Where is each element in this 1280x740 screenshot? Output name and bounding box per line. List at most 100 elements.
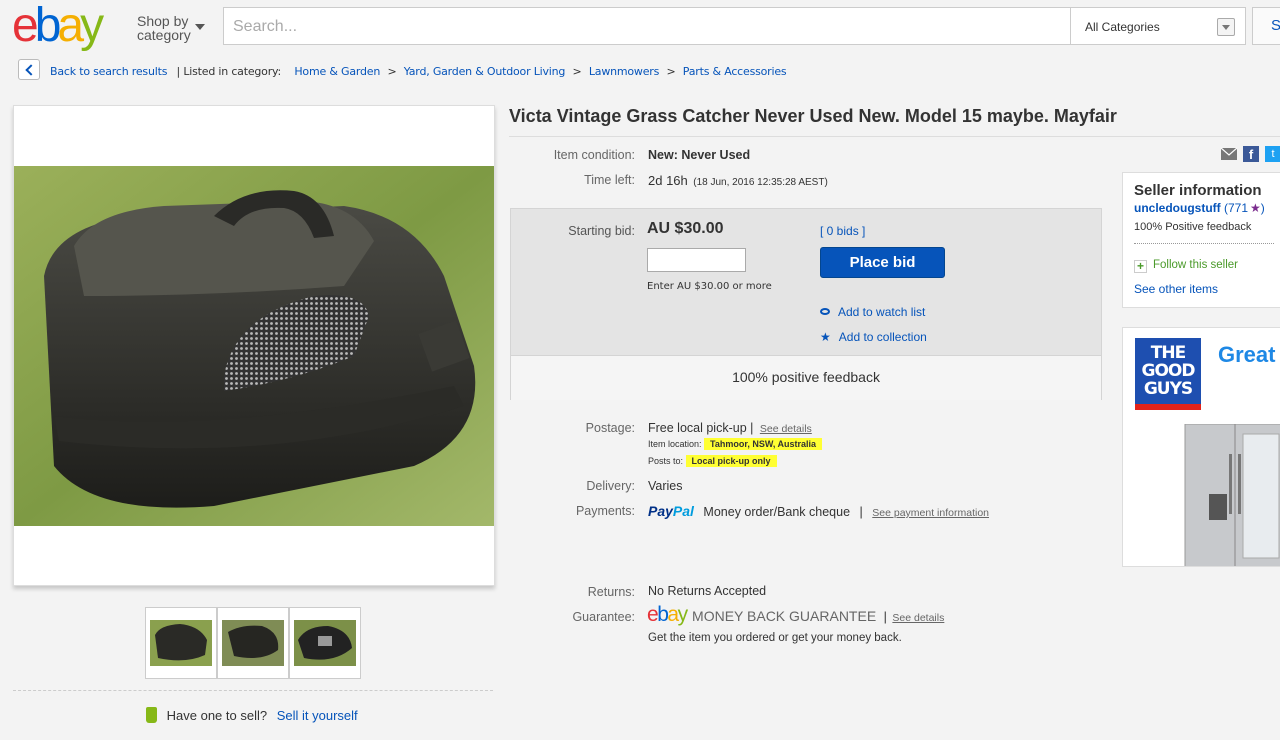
bids-count-link[interactable]: [ 0 bids ] [820, 224, 865, 238]
seller-name-row: uncledougstuff (771 ★) [1134, 201, 1265, 215]
ad-brand-line-3: GUYS [1143, 379, 1193, 399]
guarantee-see-details-link[interactable]: See details [892, 612, 944, 624]
listed-in-label: | Listed in category: [176, 65, 282, 78]
thumbnail-1[interactable] [145, 607, 217, 679]
have-one-label: Have one to sell? [166, 708, 268, 723]
breadcrumb-parts[interactable]: Parts & Accessories [683, 65, 787, 78]
see-other-items-link[interactable]: See other items [1134, 282, 1218, 296]
search-input[interactable]: Search... [223, 7, 1071, 45]
feedback-score-link[interactable]: (771 [1224, 201, 1248, 215]
ebay-logo[interactable]: ebay [12, 2, 128, 50]
payments-row: PayPal Money order/Bank cheque | See pay… [648, 503, 989, 519]
back-to-search-link[interactable]: Back to search results [50, 65, 167, 78]
guarantee-logo-a: a [667, 603, 679, 626]
plus-icon: + [1134, 260, 1147, 273]
score-close: ) [1260, 201, 1265, 215]
posts-to-value: Local pick-up only [685, 455, 777, 467]
guarantee-subtext: Get the item you ordered or get your mon… [648, 632, 902, 644]
good-guys-logo: THE GOOD GUYS [1135, 338, 1201, 410]
back-arrow-icon[interactable] [18, 59, 40, 80]
ebay-guarantee-logo: ebay [647, 603, 689, 626]
positive-feedback: 100% Positive feedback [1134, 221, 1252, 233]
condition-label: Item condition: [553, 148, 635, 162]
time-left-label: Time left: [584, 173, 635, 187]
item-location-value: Tahmoor, NSW, Australia [704, 438, 823, 450]
advertisement[interactable]: THE GOOD GUYS Great [1122, 327, 1280, 567]
pipe-separator: | [883, 610, 887, 624]
delivery-value: Varies [648, 479, 683, 493]
chevron-down-icon [195, 24, 205, 30]
condition-value: New: Never Used [648, 148, 751, 162]
item-location-label: Item location: [648, 439, 702, 449]
follow-seller-link[interactable]: Follow this seller [1153, 259, 1238, 271]
twitter-icon[interactable]: t [1265, 146, 1280, 162]
breadcrumb-separator: > [666, 65, 676, 78]
shop-by-category-button[interactable]: Shop by category [137, 14, 209, 44]
divider [1134, 243, 1274, 244]
postage-row: Free local pick-up | See details [648, 421, 812, 435]
add-to-collection-link[interactable]: Add to collection [839, 330, 927, 344]
breadcrumb-yard-garden[interactable]: Yard, Garden & Outdoor Living [404, 65, 566, 78]
guarantee-label: Guarantee: [572, 610, 635, 624]
breadcrumb-separator: > [387, 65, 397, 78]
bid-hint: Enter AU $30.00 or more [647, 281, 772, 292]
ad-brand-line-1: THE [1150, 343, 1186, 363]
watch-list-row[interactable]: Add to watch list [820, 305, 925, 319]
guarantee-row: ebay MONEY BACK GUARANTEE | See details [647, 603, 944, 627]
search-button[interactable]: S [1252, 7, 1280, 45]
payments-label: Payments: [575, 504, 635, 518]
breadcrumb-home-garden[interactable]: Home & Garden [294, 65, 380, 78]
place-bid-button[interactable]: Place bid [820, 247, 945, 278]
divider [13, 690, 493, 691]
category-select[interactable]: All Categories [1071, 7, 1246, 45]
category-label: category [137, 27, 191, 43]
seller-feedback-summary: 100% positive feedback [511, 355, 1101, 400]
guarantee-logo-e: e [647, 603, 659, 626]
thumbnail-2[interactable] [217, 607, 289, 679]
facebook-icon[interactable]: f [1243, 146, 1259, 162]
postage-label: Postage: [585, 421, 635, 435]
guarantee-logo-y: y [677, 603, 689, 626]
follow-seller-row[interactable]: + Follow this seller [1134, 259, 1238, 273]
money-back-guarantee: MONEY BACK GUARANTEE [692, 608, 877, 624]
pipe-separator: | [859, 505, 863, 519]
logo-letter-b: b [34, 0, 62, 52]
bid-amount-input[interactable] [647, 248, 746, 272]
fridge-image [1184, 424, 1280, 566]
add-to-watch-list-link[interactable]: Add to watch list [838, 305, 925, 319]
posts-to-label: Posts to: [648, 456, 684, 466]
email-icon[interactable] [1220, 146, 1238, 162]
main-image-panel[interactable] [13, 105, 495, 586]
time-left-value: 2d 16h [648, 173, 688, 188]
eye-icon [820, 308, 830, 315]
collection-row[interactable]: ★ Add to collection [820, 330, 927, 344]
starting-bid-label: Starting bid: [568, 224, 635, 238]
star-icon: ★ [820, 330, 831, 344]
returns-value: No Returns Accepted [648, 584, 767, 598]
thumbnail-3[interactable] [289, 607, 361, 679]
breadcrumb-separator: > [572, 65, 582, 78]
sell-row: Have one to sell? Sell it yourself [146, 707, 358, 723]
seller-info-box: Seller information uncledougstuff (771 ★)… [1122, 172, 1280, 308]
breadcrumb-lawnmowers[interactable]: Lawnmowers [589, 65, 660, 78]
see-payment-information-link[interactable]: See payment information [872, 507, 989, 519]
seller-name-link[interactable]: uncledougstuff [1134, 201, 1221, 215]
divider [509, 136, 1280, 137]
ad-headline: Great [1218, 342, 1276, 367]
chevron-down-icon [1217, 18, 1235, 36]
time-left-row: 2d 16h (18 Jun, 2016 12:35:28 AEST) [648, 173, 828, 188]
logo-letter-a: a [57, 0, 84, 52]
price-tag-icon [146, 707, 157, 723]
paypal-logo-pal: Pal [672, 503, 694, 519]
thumbnail-image [150, 620, 212, 666]
delivery-label: Delivery: [586, 479, 635, 493]
logo-letter-y: y [80, 0, 104, 52]
paypal-logo-pay: Pay [648, 503, 673, 519]
sell-it-yourself-link[interactable]: Sell it yourself [277, 708, 358, 723]
ad-brand-line-2: GOOD [1141, 361, 1196, 381]
logo-letter-e: e [12, 0, 39, 52]
postage-see-details-link[interactable]: See details [760, 423, 812, 435]
postage-value: Free local pick-up | [648, 421, 754, 435]
guarantee-logo-b: b [657, 603, 669, 626]
paypal-logo: PayPal [648, 503, 694, 519]
